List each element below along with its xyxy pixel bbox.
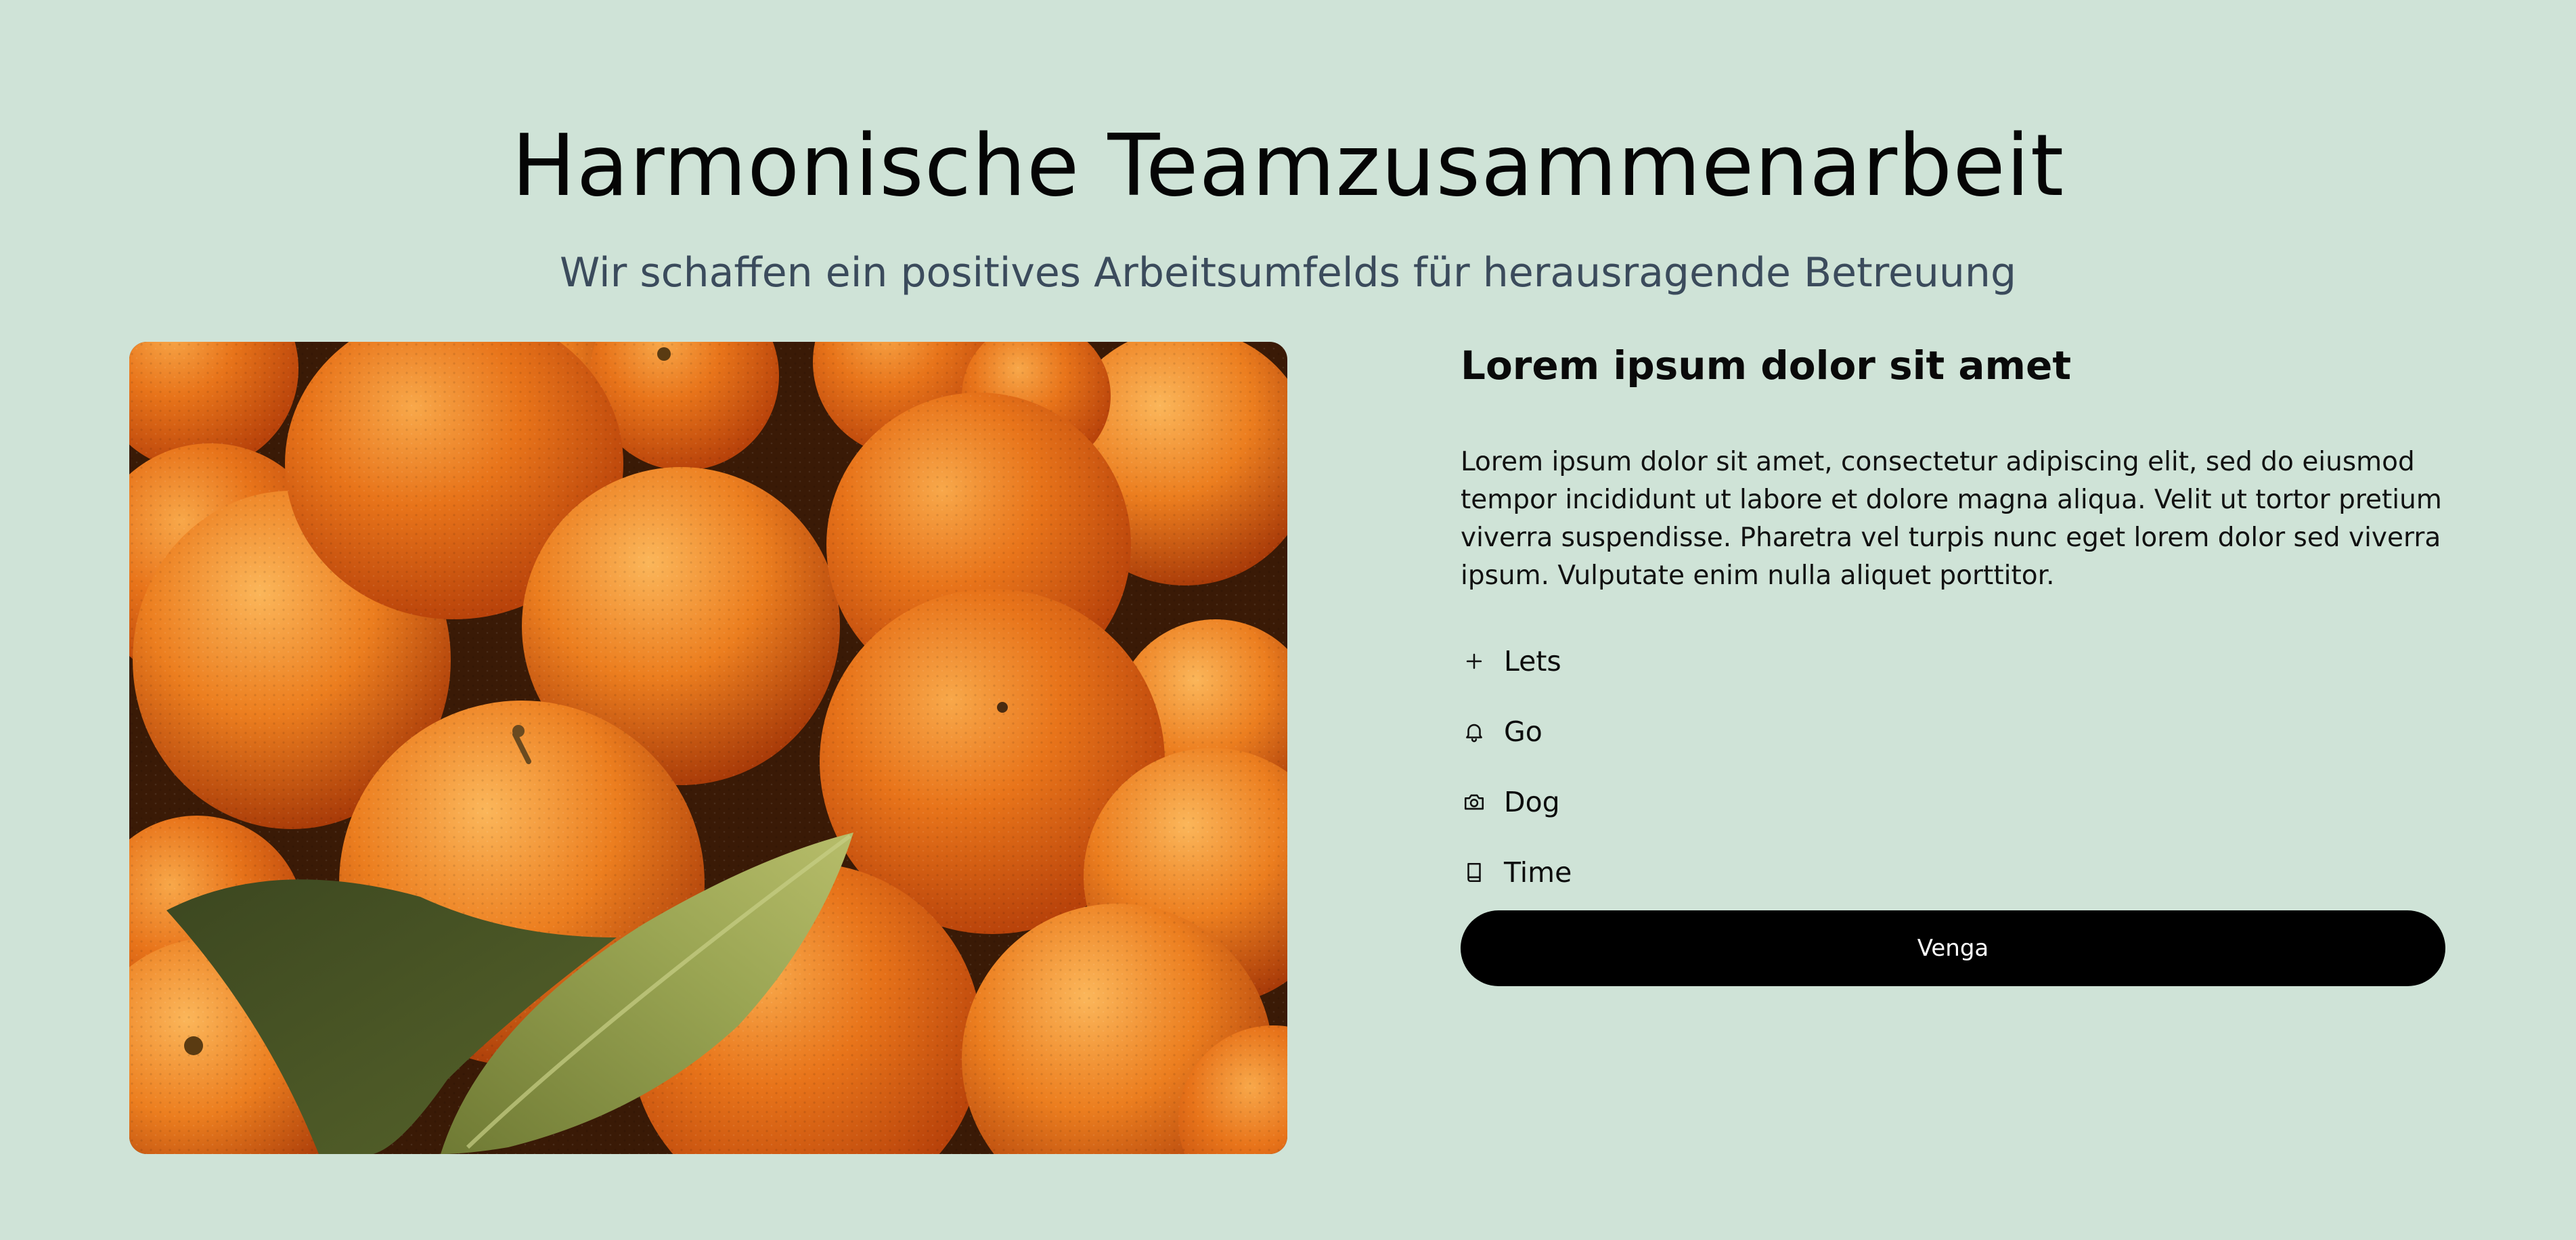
page-title: Harmonische Teamzusammenarbeit xyxy=(511,116,2065,215)
feature-item-lets: Lets xyxy=(1461,626,2445,696)
feature-label: Time xyxy=(1504,856,1572,889)
book-icon xyxy=(1461,859,1488,886)
oranges-illustration xyxy=(129,342,1287,1154)
camera-icon xyxy=(1461,789,1488,816)
oranges-image xyxy=(129,342,1287,1154)
content-panel: Lorem ipsum dolor sit amet Lorem ipsum d… xyxy=(1461,342,2445,986)
feature-label: Dog xyxy=(1504,786,1560,818)
feature-item-go: Go xyxy=(1461,696,2445,767)
feature-item-time: Time xyxy=(1461,837,2445,908)
feature-list: Lets Go Dog Time xyxy=(1461,626,2445,908)
venga-button[interactable]: Venga xyxy=(1461,910,2445,986)
feature-label: Go xyxy=(1504,715,1542,748)
bell-icon xyxy=(1461,718,1488,745)
plus-icon xyxy=(1461,648,1488,675)
content-body: Lorem ipsum dolor sit amet, consectetur … xyxy=(1461,447,2442,591)
feature-label: Lets xyxy=(1504,645,1561,678)
page-subtitle: Wir schaffen ein positives Arbeitsumfeld… xyxy=(559,249,2017,296)
content-heading: Lorem ipsum dolor sit amet xyxy=(1461,342,2072,389)
feature-item-dog: Dog xyxy=(1461,767,2445,837)
